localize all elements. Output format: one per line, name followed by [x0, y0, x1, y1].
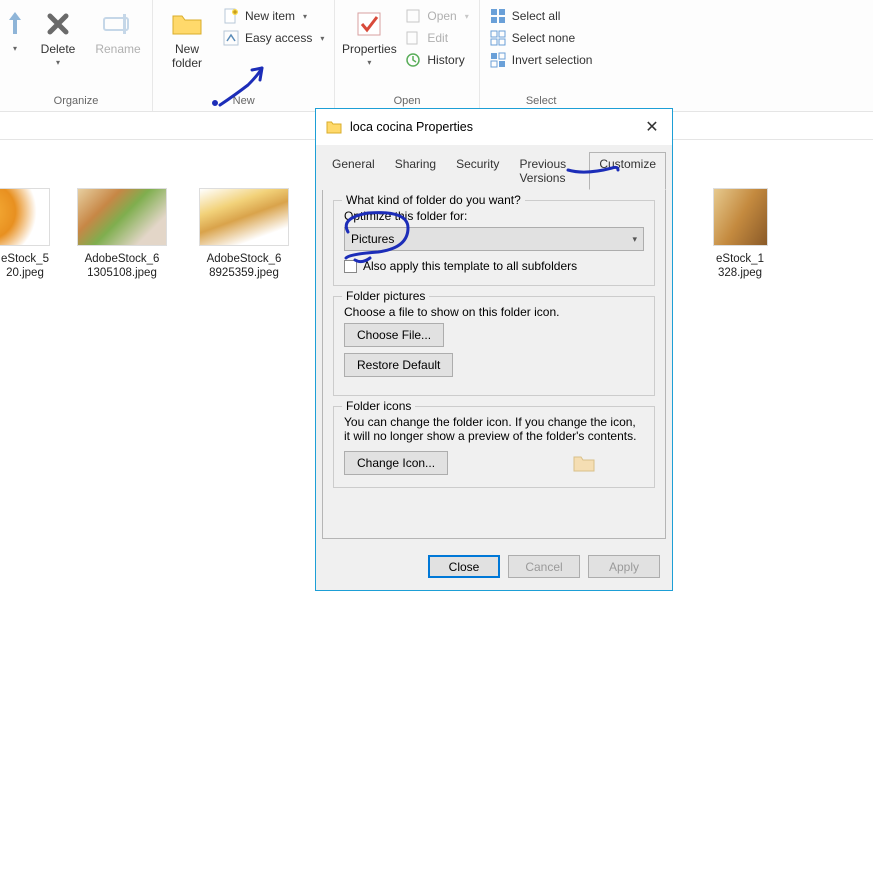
ribbon-group-organize: ▾ Delete ▾ Rename Organize [0, 0, 153, 111]
edit-button[interactable]: Edit [401, 28, 472, 48]
ribbon: ▾ Delete ▾ Rename Organize [0, 0, 873, 112]
select-all-label: Select all [512, 9, 561, 23]
change-icon-button[interactable]: Change Icon... [344, 451, 448, 475]
also-apply-label: Also apply this template to all subfolde… [363, 259, 577, 273]
file-item[interactable]: eStock_5 20.jpeg [0, 188, 50, 281]
file-thumbnail [713, 188, 768, 246]
file-item[interactable]: AdobeStock_6 8925359.jpeg [194, 188, 294, 281]
fieldset-folder-pictures: Folder pictures Choose a file to show on… [333, 296, 655, 396]
tab-security[interactable]: Security [446, 152, 509, 190]
select-none-label: Select none [512, 31, 575, 45]
easy-access-icon [223, 30, 239, 46]
ribbon-group-open: Properties ▾ Open ▾ Edit [335, 0, 479, 111]
file-thumbnail [77, 188, 167, 246]
restore-default-button[interactable]: Restore Default [344, 353, 453, 377]
invert-selection-button[interactable]: Invert selection [486, 50, 597, 70]
fieldset-legend: Folder pictures [342, 289, 429, 303]
delete-icon [42, 8, 74, 40]
tab-body-customize: What kind of folder do you want? Optimiz… [322, 189, 666, 539]
select-all-icon [490, 8, 506, 24]
cut-button[interactable]: ▾ [6, 4, 26, 57]
checkbox-icon[interactable] [344, 260, 357, 273]
file-name: eStock_1 328.jpeg [710, 252, 770, 281]
folder-icon-preview [572, 453, 596, 473]
tab-sharing[interactable]: Sharing [385, 152, 446, 190]
open-button[interactable]: Open ▾ [401, 6, 472, 26]
new-item-label: New item [245, 9, 295, 23]
invert-label: Invert selection [512, 53, 593, 67]
apply-button[interactable]: Apply [588, 555, 660, 578]
choose-instruction: Choose a file to show on this folder ico… [344, 305, 644, 319]
delete-button[interactable]: Delete ▾ [30, 4, 86, 71]
folder-icon [171, 8, 203, 40]
file-name: eStock_5 20.jpeg [0, 252, 50, 281]
select-all-button[interactable]: Select all [486, 6, 597, 26]
history-icon [405, 52, 421, 68]
easy-access-button[interactable]: Easy access ▾ [219, 28, 328, 48]
open-icon [405, 8, 421, 24]
new-group-label: New [159, 93, 328, 111]
easy-access-label: Easy access [245, 31, 312, 45]
select-none-icon [490, 30, 506, 46]
file-item[interactable]: AdobeStock_6 1305108.jpeg [72, 188, 172, 281]
close-button[interactable]: ✕ [638, 117, 666, 137]
history-button[interactable]: History [401, 50, 472, 70]
new-item-button[interactable]: New item ▾ [219, 6, 328, 26]
cancel-button[interactable]: Cancel [508, 555, 580, 578]
tab-previous-versions[interactable]: Previous Versions [509, 152, 589, 190]
dialog-title-text: loca cocina Properties [350, 120, 638, 134]
organize-group-label: Organize [6, 93, 146, 111]
ribbon-group-new: New folder New item ▾ Easy access ▾ [153, 0, 335, 111]
file-name: AdobeStock_6 8925359.jpeg [194, 252, 294, 281]
properties-dialog: loca cocina Properties ✕ General Sharing… [315, 108, 673, 591]
optimize-value: Pictures [351, 232, 394, 246]
ribbon-group-select: Select all Select none Invert selection … [480, 0, 603, 111]
open-label: Open [427, 9, 456, 23]
file-thumbnail [199, 188, 289, 246]
dialog-title-bar[interactable]: loca cocina Properties ✕ [316, 109, 672, 145]
optimize-dropdown[interactable]: Pictures ▾ [344, 227, 644, 251]
fieldset-legend: What kind of folder do you want? [342, 193, 525, 207]
new-folder-button[interactable]: New folder [159, 4, 215, 74]
rename-button[interactable]: Rename [90, 4, 146, 60]
tab-customize[interactable]: Customize [589, 152, 666, 190]
close-dialog-button[interactable]: Close [428, 555, 500, 578]
new-item-icon [223, 8, 239, 24]
choose-file-button[interactable]: Choose File... [344, 323, 444, 347]
properties-button[interactable]: Properties ▾ [341, 4, 397, 71]
dialog-button-row: Close Cancel Apply [316, 545, 672, 590]
file-name: AdobeStock_6 1305108.jpeg [72, 252, 172, 281]
folder-icon [326, 120, 342, 134]
file-thumbnail [0, 188, 50, 246]
also-apply-checkbox-row[interactable]: Also apply this template to all subfolde… [344, 259, 644, 273]
new-folder-label: New folder [172, 42, 202, 70]
properties-label: Properties [342, 42, 397, 56]
rename-icon [102, 8, 134, 40]
chevron-down-icon: ▾ [632, 234, 637, 245]
delete-label: Delete [41, 42, 76, 56]
file-item[interactable]: eStock_1 328.jpeg [710, 188, 770, 281]
edit-icon [405, 30, 421, 46]
fieldset-legend: Folder icons [342, 399, 415, 413]
dialog-tabs: General Sharing Security Previous Versio… [316, 145, 672, 189]
rename-label: Rename [95, 42, 140, 56]
history-label: History [427, 53, 464, 67]
arrow-icon [6, 8, 26, 40]
icon-instruction: You can change the folder icon. If you c… [344, 415, 644, 443]
fieldset-folder-kind: What kind of folder do you want? Optimiz… [333, 200, 655, 286]
tab-general[interactable]: General [322, 152, 385, 190]
properties-icon [353, 8, 385, 40]
edit-label: Edit [427, 31, 448, 45]
fieldset-folder-icons: Folder icons You can change the folder i… [333, 406, 655, 488]
select-none-button[interactable]: Select none [486, 28, 597, 48]
invert-icon [490, 52, 506, 68]
optimize-label: Optimize this folder for: [344, 209, 644, 223]
